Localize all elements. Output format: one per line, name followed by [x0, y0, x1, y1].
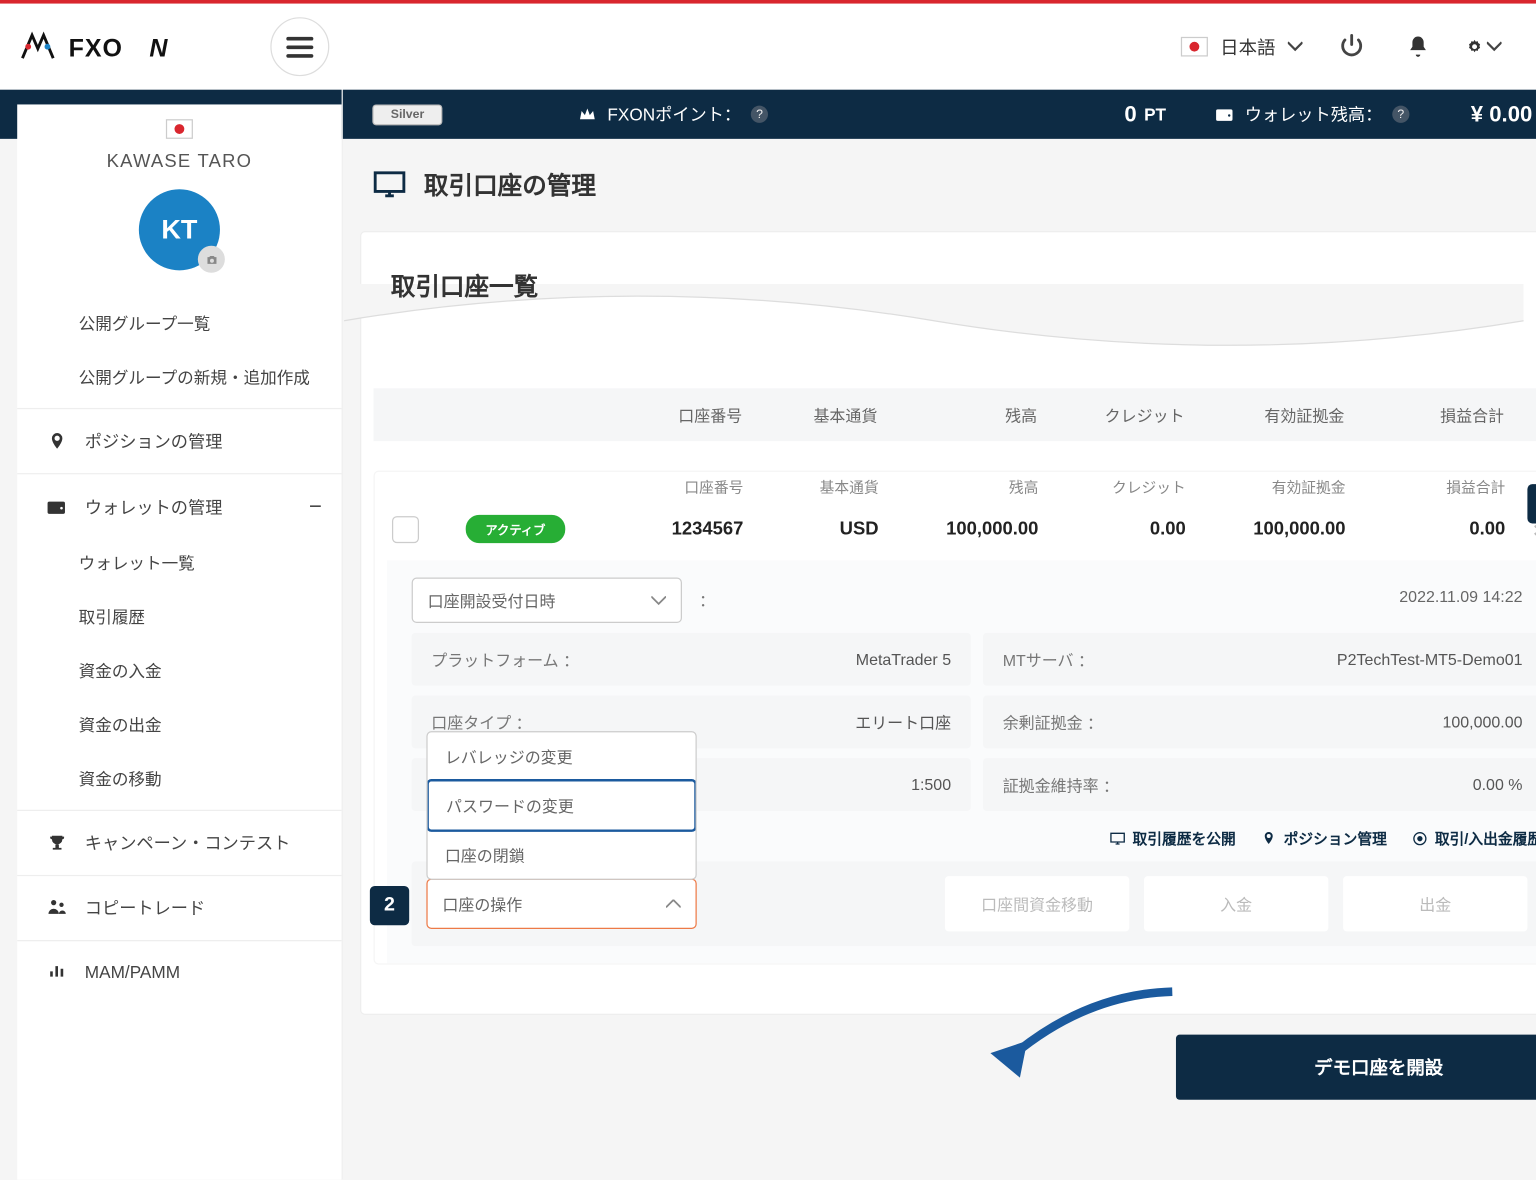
- mt-server: P2TechTest-MT5-Demo01: [1337, 650, 1523, 668]
- target-icon: [1411, 831, 1427, 847]
- sidebar-deposit[interactable]: 資金の入金: [17, 643, 341, 697]
- ops-popover: レバレッジの変更 パスワードの変更 口座の閉鎖: [426, 731, 696, 880]
- balance: 100,000.00: [879, 519, 1039, 540]
- sidebar-withdraw[interactable]: 資金の出金: [17, 697, 341, 751]
- platform: MetaTrader 5: [856, 650, 951, 668]
- link-position-mgmt[interactable]: ポジション管理: [1260, 828, 1387, 849]
- hamburger-menu[interactable]: [270, 17, 329, 76]
- points-label: FXONポイント： ?: [578, 102, 768, 127]
- chart-icon: [47, 961, 68, 982]
- opt-password[interactable]: パスワードの変更: [426, 779, 696, 832]
- sidebar-public-groups[interactable]: 公開グループ一覧: [17, 295, 341, 349]
- sidebar-history[interactable]: 取引履歴: [17, 589, 341, 643]
- sidebar-transfer[interactable]: 資金の移動: [17, 751, 341, 805]
- lang-label: 日本語: [1220, 34, 1275, 60]
- trophy-icon: [47, 833, 68, 854]
- btn-withdraw[interactable]: 出金: [1343, 876, 1527, 931]
- sidebar-wallet-list[interactable]: ウォレット一覧: [17, 535, 341, 589]
- link-io-history[interactable]: 取引/入出金履歴: [1411, 828, 1536, 849]
- callout-badge-1: 1: [1527, 484, 1536, 523]
- monitor-icon: [1109, 831, 1125, 847]
- link-publish-history[interactable]: 取引履歴を公開: [1109, 828, 1236, 849]
- sidebar-copytrade[interactable]: コピートレード: [17, 881, 341, 935]
- wallet-balance-value[interactable]: ¥ 0.00 円: [1471, 101, 1536, 127]
- open-demo-account-button[interactable]: デモ口座を開設: [1176, 1035, 1536, 1100]
- chevron-down-icon: [651, 595, 666, 605]
- username: KAWASE TARO: [17, 151, 341, 172]
- sidebar-wallet[interactable]: ウォレットの管理 −: [17, 479, 341, 534]
- pl: 0.00: [1346, 519, 1506, 540]
- annotation-arrow-icon: [976, 982, 1185, 1093]
- active-badge: アクティブ: [466, 515, 565, 543]
- base-ccy: USD: [743, 519, 878, 540]
- credit: 0.00: [1038, 519, 1185, 540]
- help-icon[interactable]: ?: [1392, 106, 1409, 123]
- page-title: 取引口座の管理: [424, 166, 596, 202]
- svg-text:N: N: [149, 34, 168, 62]
- equity: 100,000.00: [1186, 519, 1346, 540]
- sidebar-campaign[interactable]: キャンペーン・コンテスト: [17, 816, 341, 870]
- sidebar-positions[interactable]: ポジションの管理: [17, 414, 341, 468]
- margin-level: 0.00 %: [1473, 775, 1523, 793]
- wallet-icon: [1215, 104, 1235, 124]
- chevron-up-icon: [666, 899, 681, 909]
- pin-icon: [47, 431, 68, 452]
- wallet-balance-label: ウォレット残高： ?: [1215, 102, 1409, 127]
- list-heading: 取引口座一覧: [361, 262, 1536, 339]
- crown-icon: [578, 104, 598, 124]
- leverage: 1:500: [911, 775, 951, 793]
- pin-icon: [1260, 831, 1276, 847]
- camera-icon[interactable]: [198, 246, 225, 273]
- avatar[interactable]: KT: [139, 189, 220, 270]
- power-icon[interactable]: [1334, 29, 1368, 63]
- ops-select[interactable]: 口座の操作: [426, 879, 696, 929]
- svg-text:FXO: FXO: [69, 34, 123, 62]
- callout-badge-2: 2: [370, 886, 409, 925]
- open-date: 2022.11.09 14:22: [732, 578, 1536, 623]
- table-header-row: 口座番号 基本通貨 残高 クレジット 有効証拠金 損益合計: [374, 388, 1536, 441]
- sidebar-public-groups-new[interactable]: 公開グループの新規・追加作成: [17, 349, 341, 403]
- free-margin: 100,000.00: [1443, 713, 1523, 731]
- points-value: 0 PT: [1124, 101, 1166, 127]
- gear-icon[interactable]: [1467, 29, 1501, 63]
- wallet-icon: [47, 496, 68, 517]
- opt-close[interactable]: 口座の閉鎖: [428, 831, 696, 879]
- btn-deposit[interactable]: 入金: [1144, 876, 1328, 931]
- language-selector[interactable]: 日本語: [1181, 34, 1303, 60]
- btn-inter-transfer[interactable]: 口座間資金移動: [945, 876, 1129, 931]
- date-type-select[interactable]: 口座開設受付日時: [412, 578, 682, 623]
- flag-jp-icon: [1181, 37, 1208, 57]
- sidebar-mam[interactable]: MAM/PAMM: [17, 946, 341, 996]
- chevron-down-icon: [1288, 39, 1303, 54]
- monitor-icon: [372, 167, 406, 201]
- collapse-icon: −: [309, 494, 322, 520]
- bell-icon[interactable]: [1401, 29, 1435, 63]
- opt-leverage[interactable]: レバレッジの変更: [428, 732, 696, 780]
- acct-type: エリート口座: [855, 710, 951, 733]
- help-icon[interactable]: ?: [751, 106, 768, 123]
- chevron-down-icon: [1487, 33, 1502, 60]
- people-icon: [47, 898, 68, 919]
- tier-badge: Silver: [372, 104, 442, 125]
- acct-no: 1234567: [571, 519, 743, 540]
- brand-logo[interactable]: FXO N: [15, 22, 236, 71]
- account-row: アクティブ 1234567 USD 100,000.00 0.00 100,00…: [375, 515, 1536, 560]
- flag-jp-icon: [166, 119, 193, 139]
- account-checkbox[interactable]: [392, 515, 419, 542]
